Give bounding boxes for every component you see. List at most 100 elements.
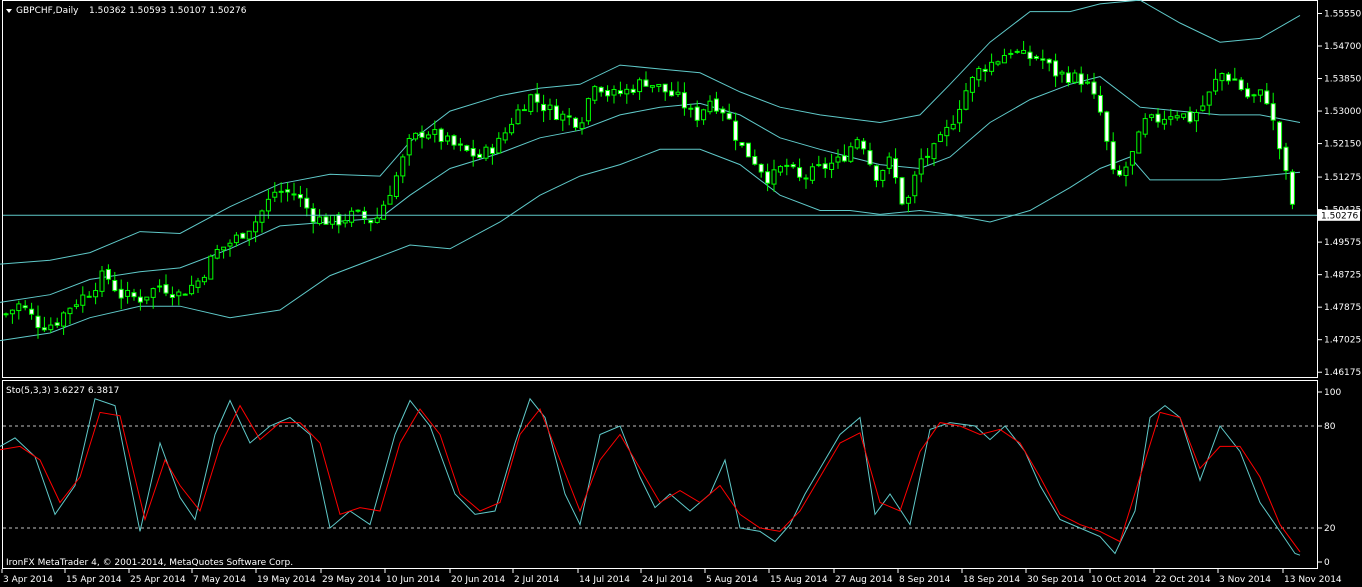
candle	[16, 300, 22, 320]
candle	[1213, 68, 1219, 96]
candle	[489, 143, 495, 165]
price-tick: 1.53850	[1318, 75, 1361, 85]
candle	[400, 154, 406, 184]
candle	[790, 161, 796, 169]
candle	[745, 142, 751, 158]
candle	[1021, 40, 1027, 55]
price-tick: 1.48725	[1318, 271, 1361, 281]
candle	[585, 97, 591, 125]
candle	[969, 75, 975, 102]
candle	[240, 232, 246, 239]
svg-text:1.47875: 1.47875	[1324, 303, 1361, 313]
candle	[880, 169, 886, 188]
candle	[752, 149, 758, 166]
candle	[1245, 82, 1251, 99]
svg-text:10 Oct 2014: 10 Oct 2014	[1091, 575, 1147, 585]
candle	[477, 149, 483, 159]
price-tick: 1.51275	[1318, 173, 1361, 183]
candle	[233, 232, 239, 247]
svg-text:1.46175: 1.46175	[1324, 368, 1361, 378]
candle	[739, 142, 745, 148]
candle	[1001, 48, 1007, 64]
candle	[656, 83, 662, 93]
candle	[1232, 67, 1238, 81]
ohlc-values: 1.50362 1.50593 1.50107 1.50276	[89, 6, 247, 16]
price-tick: 1.49575	[1318, 238, 1361, 248]
candle	[873, 164, 879, 188]
candle	[713, 91, 719, 114]
candle	[944, 119, 950, 147]
svg-text:30 Sep 2014: 30 Sep 2014	[1027, 575, 1084, 585]
stoch-tick: 0	[1318, 558, 1330, 568]
candle	[297, 185, 303, 207]
candle	[515, 104, 521, 125]
stoch-header: Sto(5,3,3) 3.6227 6.3817	[6, 386, 119, 396]
stoch-signal-line	[0, 404, 1301, 553]
candle	[1008, 49, 1014, 59]
svg-text:20: 20	[1324, 524, 1336, 534]
candle	[1136, 130, 1142, 154]
price-panel	[2, 0, 1318, 378]
candle	[995, 60, 1001, 67]
copyright-text: IronFX MetaTrader 4, © 2001-2014, MetaQu…	[6, 558, 293, 568]
stoch-axis: 100 80 20 0	[1318, 388, 1341, 568]
time-tick: 18 Sep 2014	[961, 569, 1020, 585]
candle	[573, 116, 579, 132]
candle	[1251, 93, 1257, 103]
candle	[701, 108, 707, 125]
candle	[451, 134, 457, 150]
candle	[617, 81, 623, 97]
candle	[41, 316, 47, 333]
candle	[125, 281, 131, 304]
candle	[73, 299, 79, 310]
svg-text:10 Jun 2014: 10 Jun 2014	[386, 575, 440, 585]
candle	[925, 148, 931, 166]
candle	[1155, 108, 1161, 128]
candle	[1053, 53, 1059, 88]
collapse-triangle-icon[interactable]	[6, 9, 12, 13]
svg-text:27 Aug 2014: 27 Aug 2014	[835, 575, 893, 585]
candle	[1110, 132, 1116, 175]
stoch-main-line	[0, 397, 1301, 556]
svg-text:1.52150: 1.52150	[1324, 140, 1361, 150]
candle	[201, 274, 207, 286]
price-tick: 1.47875	[1318, 303, 1361, 313]
candle	[854, 136, 860, 150]
candle	[1065, 66, 1071, 87]
candle	[675, 81, 681, 97]
price-tick: 1.53000	[1318, 107, 1361, 117]
candle	[118, 279, 124, 310]
candle	[387, 185, 393, 205]
candle	[1168, 108, 1174, 126]
candle	[989, 53, 995, 76]
candle	[291, 182, 297, 201]
svg-text:80: 80	[1324, 422, 1336, 432]
candle	[937, 131, 943, 143]
candle	[720, 106, 726, 122]
candle	[214, 244, 220, 260]
svg-text:13 Nov 2014: 13 Nov 2014	[1284, 575, 1342, 585]
price-tick: 1.55550	[1318, 9, 1361, 19]
candle	[1264, 83, 1270, 106]
candle	[1193, 109, 1199, 133]
candle	[816, 155, 822, 168]
candle	[317, 209, 323, 226]
time-tick: 20 Jun 2014	[449, 569, 505, 585]
time-tick: 7 May 2014	[191, 569, 246, 585]
candle	[150, 287, 156, 309]
time-tick: 13 Nov 2014	[1282, 569, 1342, 585]
candle	[80, 286, 86, 313]
candle	[643, 71, 649, 88]
candle	[918, 148, 924, 183]
candle	[899, 176, 905, 206]
candle	[182, 293, 188, 296]
candle	[982, 64, 988, 82]
candle	[1289, 169, 1295, 210]
svg-text:24 Jul 2014: 24 Jul 2014	[642, 575, 693, 585]
stoch-tick: 100	[1318, 388, 1341, 398]
candle	[99, 266, 105, 298]
candle	[630, 84, 636, 96]
candle	[310, 203, 316, 234]
candle	[835, 149, 841, 169]
candle	[662, 83, 668, 101]
